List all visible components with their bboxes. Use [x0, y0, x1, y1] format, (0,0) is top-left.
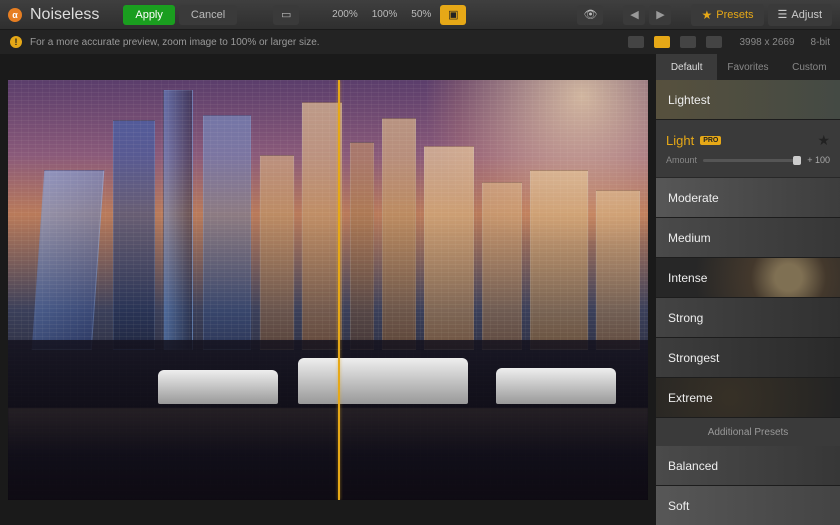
apply-button[interactable]: Apply: [123, 5, 175, 25]
preset-label: Lightest: [668, 93, 710, 107]
preset-extreme[interactable]: Extreme: [656, 378, 840, 418]
adjust-panel-button[interactable]: ☰Adjust: [768, 4, 832, 26]
image-bitdepth: 8-bit: [811, 37, 830, 48]
preset-medium[interactable]: Medium: [656, 218, 840, 258]
warning-icon: !: [10, 36, 22, 48]
compare-divider[interactable]: [338, 80, 340, 500]
warning-text: For a more accurate preview, zoom image …: [30, 37, 619, 48]
app-logo-icon: α: [8, 8, 22, 22]
presets-list: Lightest Light PRO ★ Amount + 100 Modera…: [656, 80, 840, 525]
preset-soft[interactable]: Soft: [656, 486, 840, 525]
amount-label: Amount: [666, 155, 697, 165]
amount-value: + 100: [807, 155, 830, 165]
preset-lightest[interactable]: Lightest: [656, 80, 840, 120]
info-bar: ! For a more accurate preview, zoom imag…: [0, 30, 840, 54]
favorite-star-icon[interactable]: ★: [817, 132, 830, 149]
preset-label: Light: [666, 133, 694, 148]
adjust-label: Adjust: [791, 9, 822, 21]
preset-strongest[interactable]: Strongest: [656, 338, 840, 378]
crop-icon[interactable]: ▭: [273, 5, 299, 25]
view-mode-side[interactable]: [680, 36, 696, 48]
preset-moderate[interactable]: Moderate: [656, 178, 840, 218]
prev-image-button[interactable]: ◀: [623, 5, 645, 25]
cancel-button[interactable]: Cancel: [179, 5, 237, 25]
star-icon: ★: [701, 8, 712, 22]
fit-screen-icon[interactable]: ▣: [440, 5, 466, 25]
tab-custom[interactable]: Custom: [779, 54, 840, 80]
presets-panel-button[interactable]: ★ Presets: [691, 4, 763, 26]
amount-slider[interactable]: [703, 159, 801, 162]
zoom-200-button[interactable]: 200%: [327, 9, 363, 20]
preset-label: Strong: [668, 311, 703, 325]
image-dimensions: 3998 x 2669: [739, 37, 794, 48]
preset-label: Strongest: [668, 351, 719, 365]
image-viewer[interactable]: [0, 54, 656, 525]
top-toolbar: α Noiseless Apply Cancel ▭ 200% 100% 50%…: [0, 0, 840, 30]
preset-light-selected[interactable]: Light PRO ★ Amount + 100: [656, 120, 840, 178]
view-mode-single[interactable]: [628, 36, 644, 48]
preview-eye-icon[interactable]: 👁: [577, 5, 603, 25]
preset-intense[interactable]: Intense: [656, 258, 840, 298]
presets-label: Presets: [716, 9, 753, 21]
additional-presets-header: Additional Presets: [656, 418, 840, 446]
zoom-100-button[interactable]: 100%: [367, 9, 403, 20]
preset-tabs: Default Favorites Custom: [656, 54, 840, 80]
main-area: Default Favorites Custom Lightest Light …: [0, 54, 840, 525]
preset-strong[interactable]: Strong: [656, 298, 840, 338]
presets-sidebar: Default Favorites Custom Lightest Light …: [656, 54, 840, 525]
view-mode-split[interactable]: [654, 36, 670, 48]
preset-label: Soft: [668, 499, 689, 513]
preset-label: Moderate: [668, 191, 719, 205]
tab-favorites[interactable]: Favorites: [717, 54, 778, 80]
preset-label: Medium: [668, 231, 711, 245]
zoom-50-button[interactable]: 50%: [406, 9, 436, 20]
preset-label: Balanced: [668, 459, 718, 473]
next-image-button[interactable]: ▶: [649, 5, 671, 25]
preset-label: Intense: [668, 271, 707, 285]
preset-balanced[interactable]: Balanced: [656, 446, 840, 486]
tab-default[interactable]: Default: [656, 54, 717, 80]
pro-badge: PRO: [700, 136, 721, 145]
preset-label: Extreme: [668, 391, 713, 405]
preview-image: [8, 80, 648, 500]
sliders-icon: ☰: [778, 8, 788, 21]
view-mode-grid[interactable]: [706, 36, 722, 48]
app-title: Noiseless: [30, 6, 99, 24]
slider-thumb[interactable]: [793, 156, 801, 165]
